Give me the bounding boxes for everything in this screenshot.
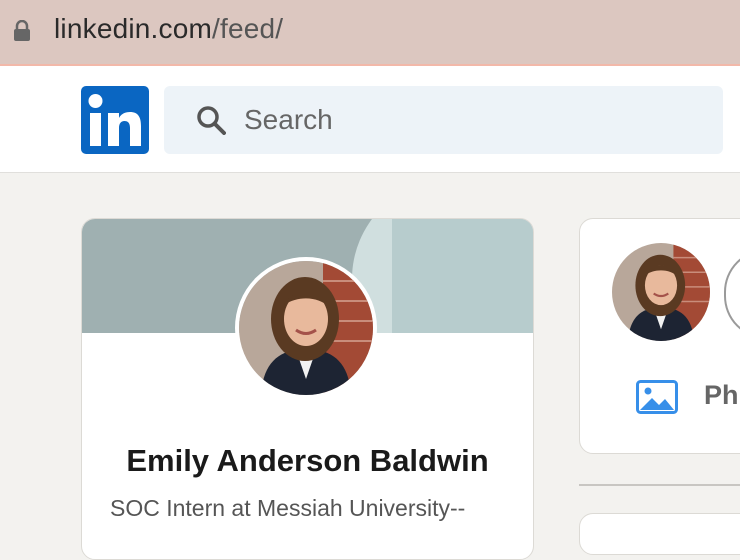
- profile-card[interactable]: Emily Anderson Baldwin SOC Intern at Mes…: [81, 218, 534, 560]
- cover-panel: [392, 219, 533, 333]
- linkedin-logo[interactable]: [81, 86, 149, 154]
- url-text[interactable]: linkedin.com/feed/: [54, 13, 283, 45]
- profile-avatar[interactable]: [235, 257, 377, 399]
- start-post-button[interactable]: [724, 249, 740, 339]
- url-path: /feed/: [212, 13, 284, 44]
- browser-address-bar[interactable]: linkedin.com/feed/: [0, 0, 740, 66]
- global-nav: [0, 66, 740, 173]
- search-box[interactable]: [164, 86, 723, 154]
- search-input[interactable]: [244, 104, 704, 136]
- share-box-card: Ph: [579, 218, 740, 454]
- profile-name[interactable]: Emily Anderson Baldwin: [82, 443, 533, 479]
- share-box-photo: [612, 243, 710, 341]
- search-icon: [197, 106, 226, 135]
- profile-photo: [239, 261, 373, 395]
- share-box-avatar[interactable]: [612, 243, 710, 341]
- linkedin-logo-glyph: [88, 94, 141, 146]
- feed-divider: [579, 484, 740, 486]
- photo-button-label: Ph: [704, 380, 739, 410]
- url-host: linkedin.com: [54, 13, 213, 44]
- feed-post-card: [579, 513, 740, 555]
- profile-headline: SOC Intern at Messiah University--: [110, 495, 466, 521]
- photo-button[interactable]: Ph: [636, 379, 740, 419]
- lock-icon: [14, 20, 30, 41]
- photo-icon: [636, 380, 678, 414]
